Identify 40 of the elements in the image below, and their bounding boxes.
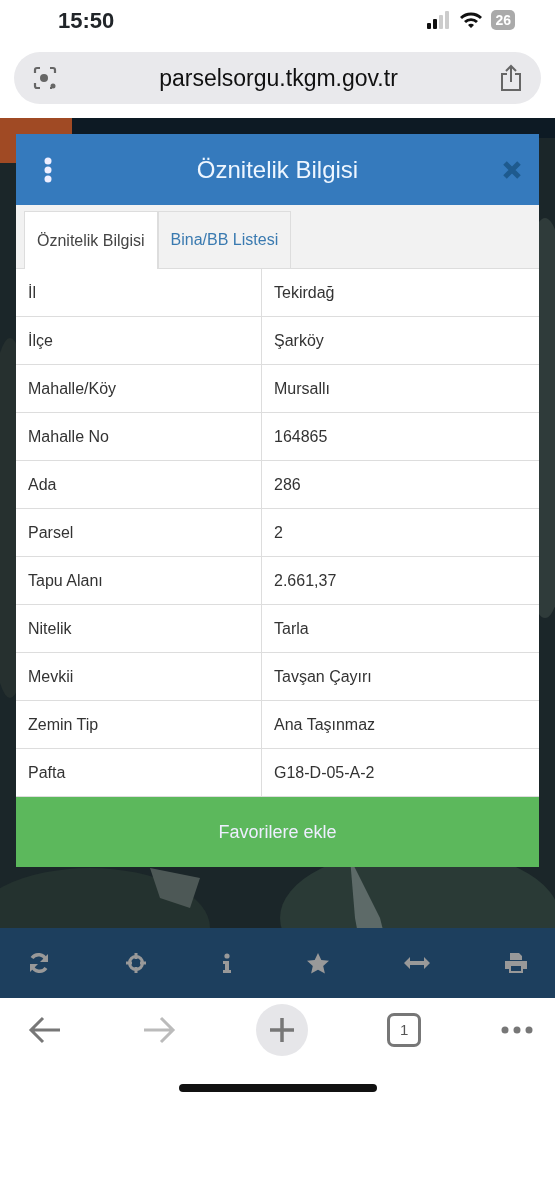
measure-icon[interactable] [404, 957, 430, 969]
tab[interactable]: Bina/BB Listesi [157, 211, 292, 268]
attribute-value: Ana Taşınmaz [262, 701, 539, 749]
attribute-label: Parsel [16, 509, 262, 557]
attribute-value: Mursallı [262, 365, 539, 413]
attribute-label: Zemin Tip [16, 701, 262, 749]
crosshair-icon[interactable] [125, 952, 147, 974]
back-icon[interactable] [28, 1016, 62, 1044]
status-time: 15:50 [58, 6, 115, 35]
attribute-label: Ada [16, 461, 262, 509]
dialog-title: Öznitelik Bilgisi [196, 154, 359, 185]
tab[interactable]: Öznitelik Bilgisi [24, 211, 158, 269]
share-icon[interactable] [499, 64, 523, 92]
info-icon[interactable] [222, 953, 232, 973]
wifi-icon [459, 11, 484, 29]
attribute-value: 164865 [262, 413, 539, 461]
attribute-label: İlçe [16, 317, 262, 365]
tab-count-button[interactable]: 1 [387, 1013, 422, 1047]
attribute-label: İl [16, 269, 262, 317]
attribute-label: Nitelik [16, 605, 262, 653]
more-icon[interactable] [501, 1026, 533, 1034]
attribute-value: 2 [262, 509, 539, 557]
attribute-value: Tekirdağ [262, 269, 539, 317]
attribute-value: 286 [262, 461, 539, 509]
signal-icon [427, 11, 452, 29]
attribute-value: Tavşan Çayırı [262, 653, 539, 701]
attribute-value: Tarla [262, 605, 539, 653]
menu-icon[interactable] [44, 156, 52, 183]
attribute-label: Mevkii [16, 653, 262, 701]
attribute-value: Şarköy [262, 317, 539, 365]
camera-search-icon[interactable] [32, 65, 58, 91]
refresh-icon[interactable] [28, 952, 50, 974]
attribute-label: Tapu Alanı [16, 557, 262, 605]
print-icon[interactable] [505, 953, 527, 973]
attribute-label: Mahalle/Köy [16, 365, 262, 413]
plus-icon [267, 1016, 296, 1044]
battery-level: 26 [491, 10, 515, 30]
attribute-label: Mahalle No [16, 413, 262, 461]
star-icon[interactable] [307, 952, 329, 974]
attribute-value: 2.661,37 [262, 557, 539, 605]
